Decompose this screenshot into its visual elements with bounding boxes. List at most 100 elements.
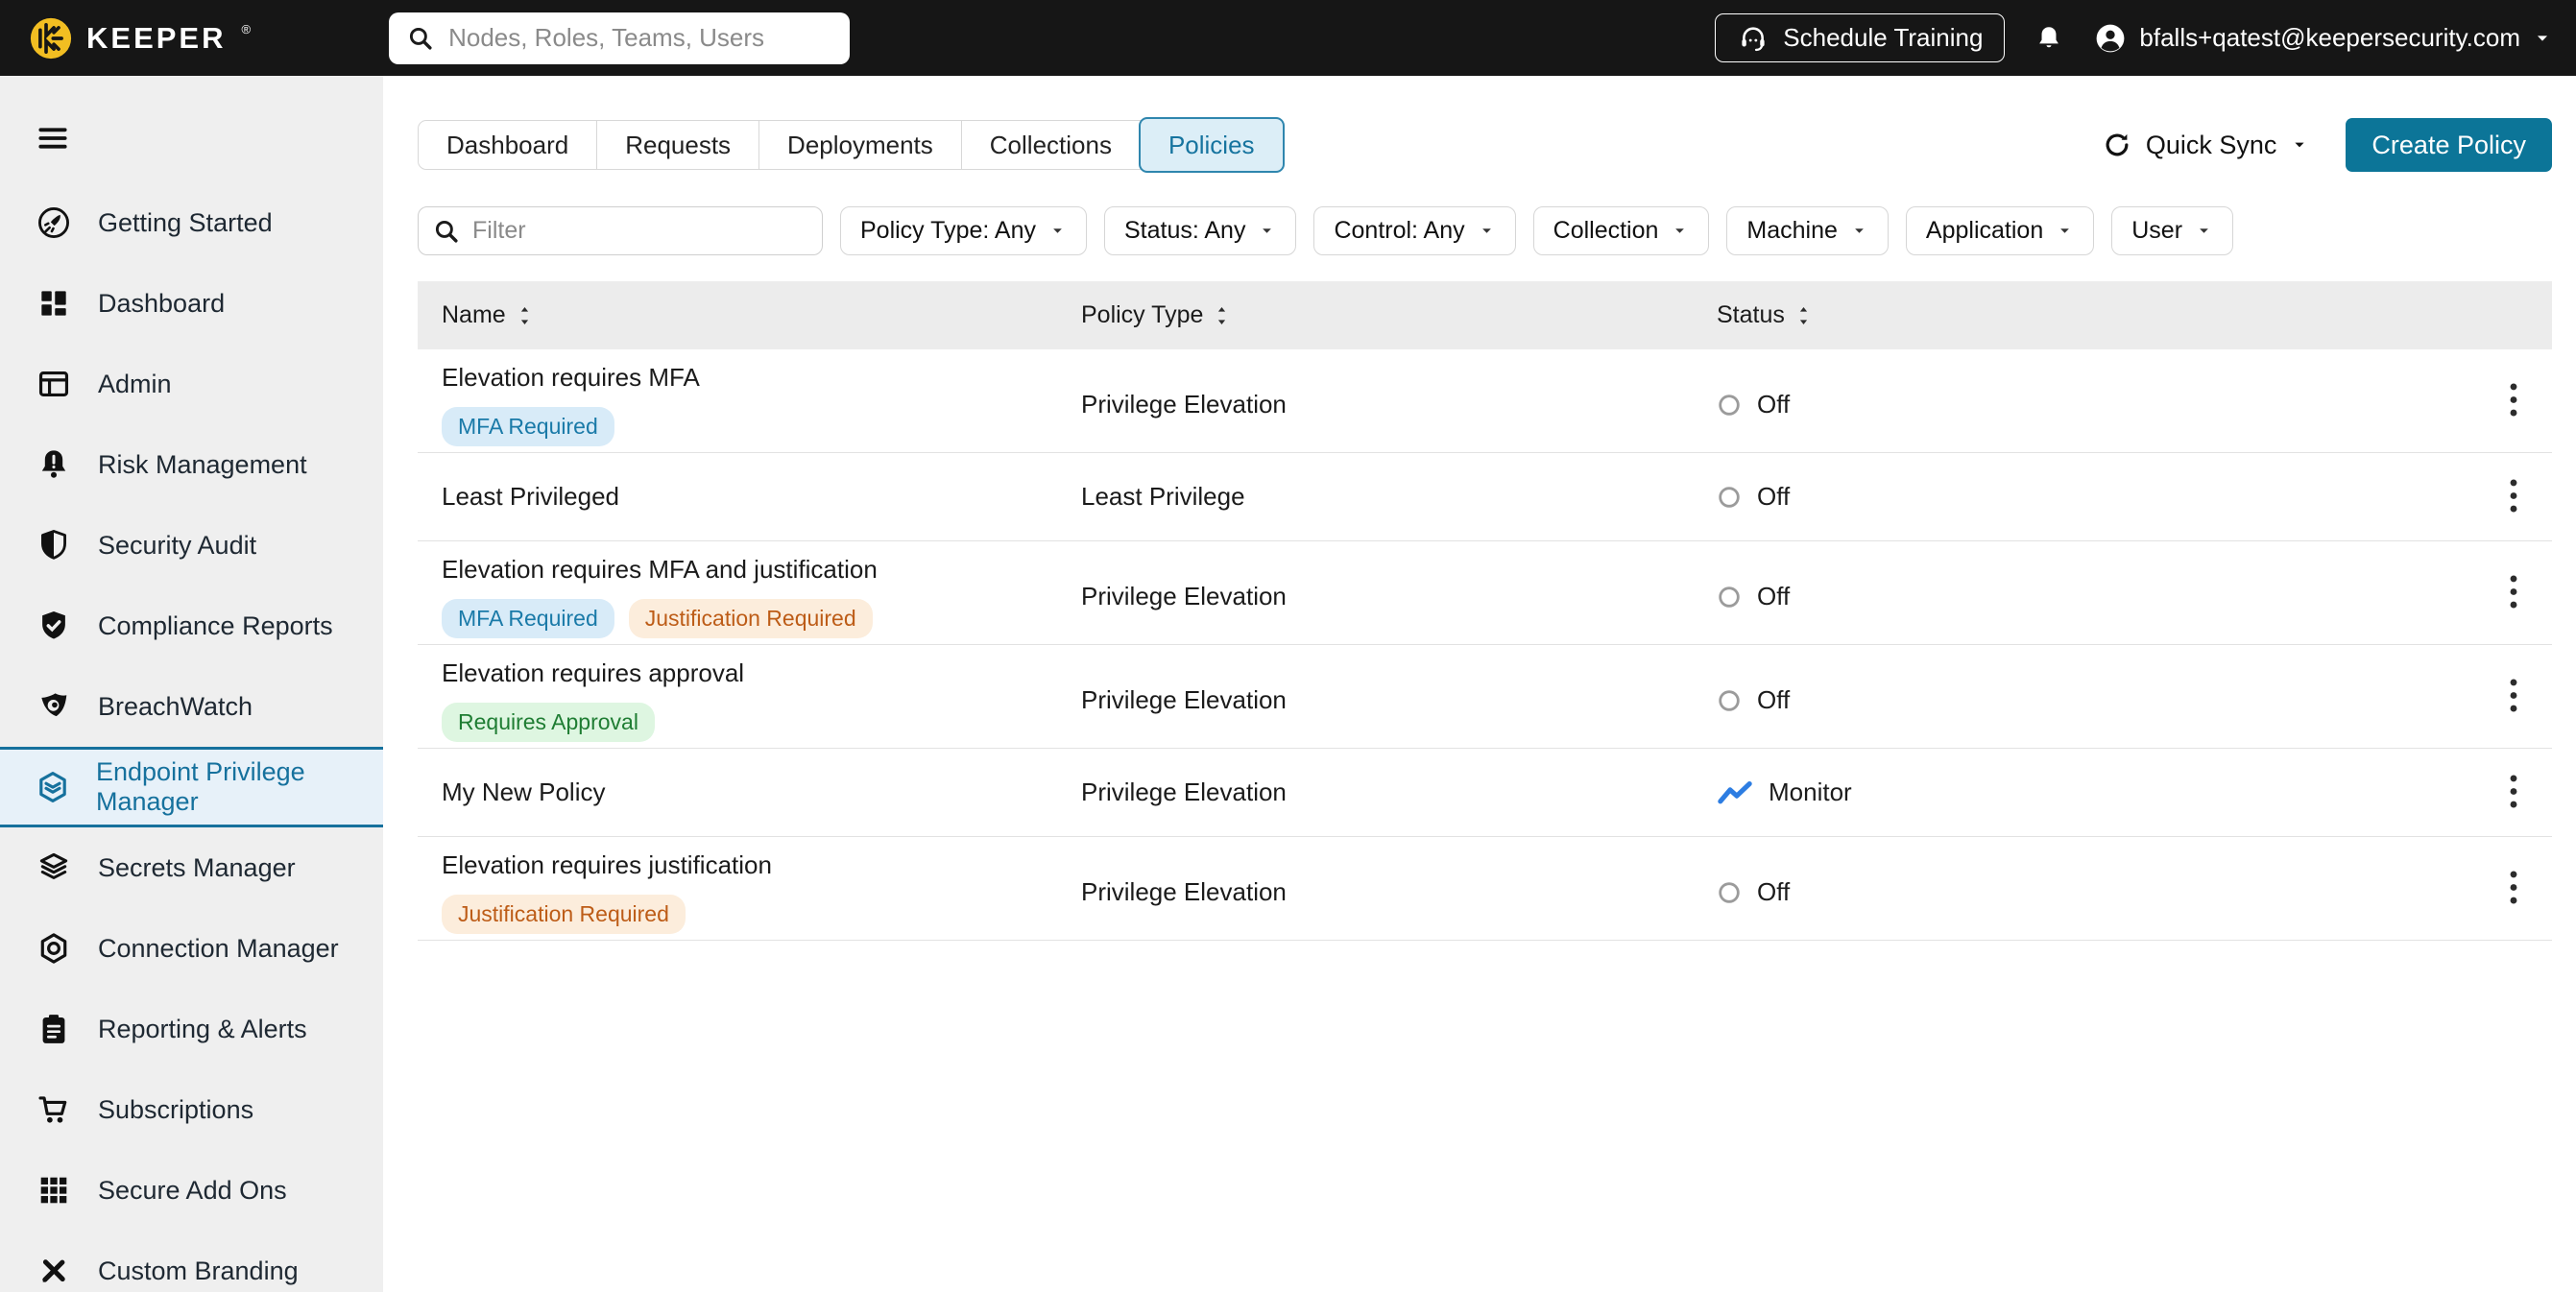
policy-badges: Requires Approval (442, 703, 655, 742)
badge-justification-required: Justification Required (442, 895, 686, 934)
filter-dropdown-label: Application (1926, 217, 2043, 245)
policy-badges: MFA RequiredJustification Required (442, 599, 873, 638)
policy-name: Elevation requires MFA (442, 363, 700, 393)
policy-type-cell: Least Privilege (1081, 482, 1717, 512)
policy-row[interactable]: Elevation requires approvalRequires Appr… (418, 645, 2552, 749)
toolbar-row: DashboardRequestsDeploymentsCollectionsP… (383, 76, 2576, 172)
menu-toggle-button[interactable] (35, 120, 71, 159)
status-monitor-icon (1717, 779, 1753, 806)
policies-table: NamePolicy TypeStatus Elevation requires… (418, 281, 2552, 941)
policy-status-cell[interactable]: Off (1717, 685, 2552, 715)
sidebar-item-getting-started[interactable]: Getting Started (0, 182, 383, 263)
sidebar-item-secure-add-ons[interactable]: Secure Add Ons (0, 1150, 383, 1231)
policy-status-label: Off (1757, 482, 1790, 512)
policy-type-cell: Privilege Elevation (1081, 877, 1717, 907)
policy-row[interactable]: Elevation requires justificationJustific… (418, 837, 2552, 941)
sidebar-item-label: Secure Add Ons (98, 1176, 287, 1206)
column-header-name[interactable]: Name (418, 301, 1081, 329)
filter-dropdown-status[interactable]: Status: Any (1104, 206, 1296, 255)
policy-row[interactable]: Elevation requires MFA MFA Required Privil… (418, 349, 2552, 453)
policy-status-cell[interactable]: Off (1717, 582, 2552, 611)
sidebar-item-dashboard[interactable]: Dashboard (0, 263, 383, 344)
tab-policies[interactable]: Policies (1139, 117, 1285, 173)
policy-name-cell: Elevation requires MFA and justification… (418, 541, 1081, 652)
policy-name-cell: Least Privileged (418, 468, 1081, 525)
clipboard-icon (35, 1011, 73, 1047)
policy-name: Elevation requires MFA and justification (442, 555, 878, 585)
page-tabs: DashboardRequestsDeploymentsCollectionsP… (418, 120, 1285, 170)
policy-status-label: Off (1757, 390, 1790, 419)
account-email: bfalls+qatest@keepersecurity.com (2139, 23, 2520, 53)
sidebar-item-breachwatch[interactable]: BreachWatch (0, 666, 383, 747)
admin-console-icon (35, 366, 73, 402)
row-actions-menu-button[interactable] (2502, 862, 2525, 915)
column-header-policy-type[interactable]: Policy Type (1081, 301, 1717, 329)
sidebar-item-custom-branding[interactable]: Custom Branding (0, 1231, 383, 1292)
sidebar-item-reporting-alerts[interactable]: Reporting & Alerts (0, 989, 383, 1069)
caret-down-icon (2195, 222, 2213, 240)
filter-dropdown-application[interactable]: Application (1906, 206, 2094, 255)
filter-input[interactable] (472, 217, 808, 245)
row-actions-menu-button[interactable] (2502, 374, 2525, 427)
sidebar-item-secrets-manager[interactable]: Secrets Manager (0, 827, 383, 908)
kebab-menu-icon (2508, 380, 2519, 419)
filter-dropdown-policy-type[interactable]: Policy Type: Any (840, 206, 1087, 255)
policy-status-label: Off (1757, 877, 1790, 907)
filter-dropdown-label: Control: Any (1334, 217, 1464, 245)
caret-down-icon (1478, 222, 1496, 240)
sidebar-item-risk-management[interactable]: Risk Management (0, 424, 383, 505)
policy-row[interactable]: Elevation requires MFA and justification… (418, 541, 2552, 645)
tab-collections[interactable]: Collections (961, 121, 1140, 169)
sidebar-item-security-audit[interactable]: Security Audit (0, 505, 383, 586)
kebab-menu-icon (2508, 476, 2519, 514)
schedule-training-label: Schedule Training (1783, 23, 1983, 53)
tab-dashboard[interactable]: Dashboard (419, 121, 596, 169)
sidebar-item-label: BreachWatch (98, 692, 253, 722)
status-off-icon (1717, 393, 1742, 418)
filter-dropdown-collection[interactable]: Collection (1533, 206, 1710, 255)
sidebar-nav: Getting StartedDashboardAdminRisk Manage… (0, 182, 383, 1292)
schedule-training-button[interactable]: Schedule Training (1715, 13, 2005, 62)
policy-status-cell[interactable]: Off (1717, 482, 2552, 512)
column-header-status[interactable]: Status (1717, 301, 2552, 329)
policy-type-cell: Privilege Elevation (1081, 685, 1717, 715)
filter-dropdown-user[interactable]: User (2111, 206, 2233, 255)
row-actions-menu-button[interactable] (2502, 670, 2525, 723)
filter-dropdown-label: Collection (1553, 217, 1659, 245)
headset-icon (1737, 22, 1769, 55)
policy-status-cell[interactable]: Off (1717, 390, 2552, 419)
policy-status-cell[interactable]: Monitor (1717, 778, 2552, 807)
sidebar-item-admin[interactable]: Admin (0, 344, 383, 424)
account-menu[interactable]: bfalls+qatest@keepersecurity.com (2093, 21, 2553, 56)
policy-name: Least Privileged (442, 482, 619, 512)
filter-dropdown-label: Policy Type: Any (860, 217, 1036, 245)
row-actions-menu-button[interactable] (2502, 766, 2525, 819)
global-search-input[interactable] (448, 23, 832, 53)
kebab-menu-icon (2508, 676, 2519, 714)
notifications-bell-icon[interactable] (2034, 23, 2064, 54)
filter-dropdown-machine[interactable]: Machine (1726, 206, 1889, 255)
search-icon (406, 24, 435, 53)
policy-row[interactable]: Least Privileged Least Privilege Off (418, 453, 2552, 541)
create-policy-button[interactable]: Create Policy (2346, 118, 2552, 172)
row-actions-menu-button[interactable] (2502, 566, 2525, 619)
policy-type-cell: Privilege Elevation (1081, 390, 1717, 419)
tab-requests[interactable]: Requests (596, 121, 758, 169)
keeper-brand: KEEPER® (0, 16, 249, 60)
quick-sync-button[interactable]: Quick Sync (2102, 130, 2310, 160)
sidebar-item-compliance-reports[interactable]: Compliance Reports (0, 586, 383, 666)
policy-status-cell[interactable]: Off (1717, 877, 2552, 907)
dashboard-icon (35, 285, 73, 322)
table-body: Elevation requires MFA MFA Required Privil… (418, 349, 2552, 941)
shell: Getting StartedDashboardAdminRisk Manage… (0, 76, 2576, 1292)
badge-mfa-required: MFA Required (442, 407, 614, 446)
row-actions-menu-button[interactable] (2502, 470, 2525, 523)
sidebar-item-endpoint-privilege-manager[interactable]: Endpoint Privilege Manager (0, 747, 383, 827)
sidebar-item-subscriptions[interactable]: Subscriptions (0, 1069, 383, 1150)
policy-type-cell: Privilege Elevation (1081, 582, 1717, 611)
tab-deployments[interactable]: Deployments (758, 121, 961, 169)
filter-dropdown-control[interactable]: Control: Any (1313, 206, 1515, 255)
table-filter (418, 206, 823, 255)
policy-row[interactable]: My New PolicyPrivilege ElevationMonitor (418, 749, 2552, 837)
sidebar-item-connection-manager[interactable]: Connection Manager (0, 908, 383, 989)
